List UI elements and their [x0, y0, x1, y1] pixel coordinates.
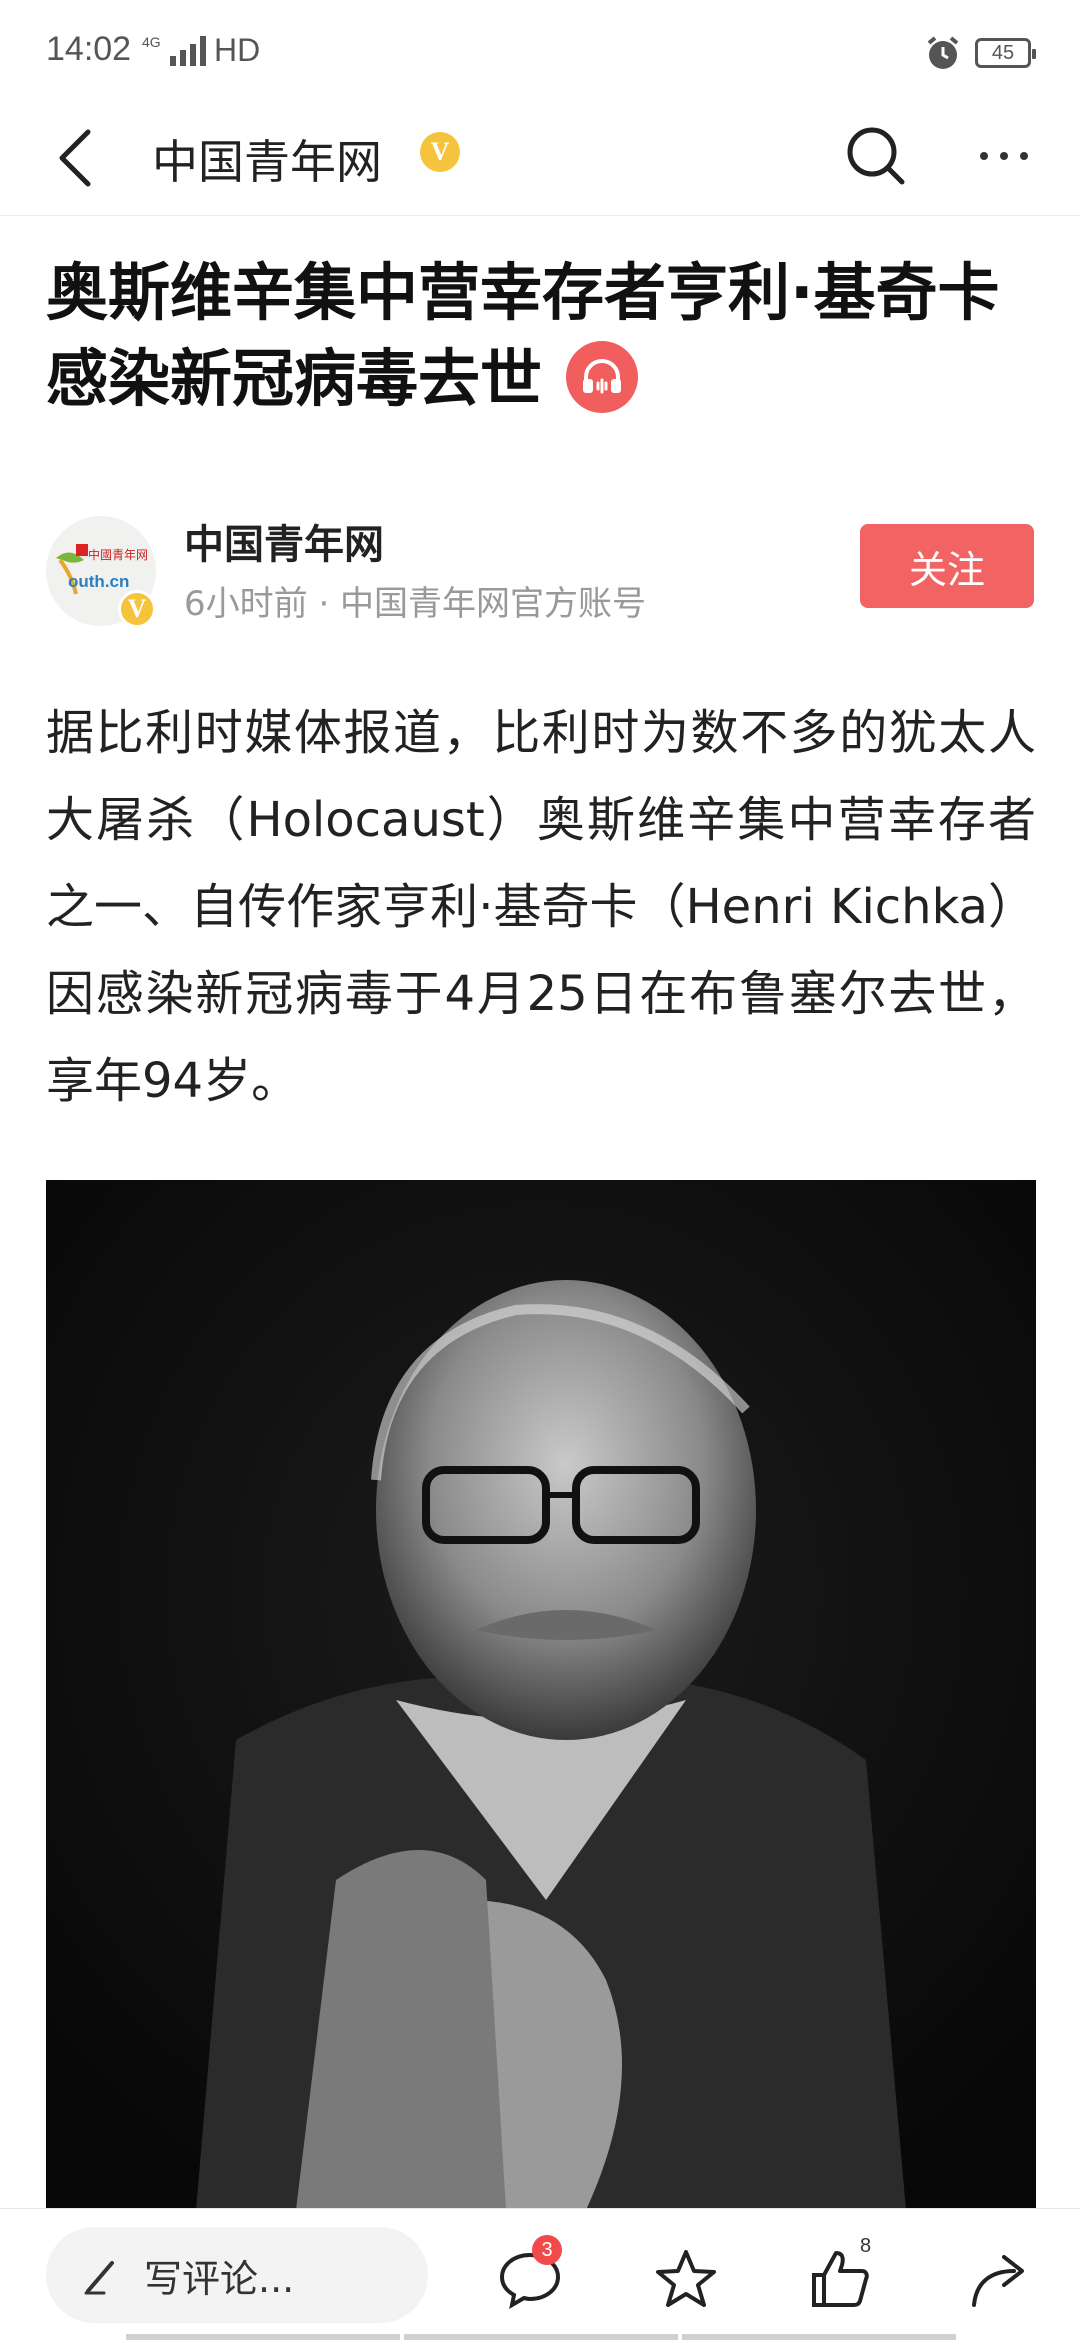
follow-button[interactable]: 关注 [860, 524, 1034, 608]
more-dot [1020, 152, 1028, 160]
pen-icon [84, 2261, 114, 2295]
back-arrow-icon [59, 129, 91, 187]
avatar-logo-text: 中國青年网 [88, 548, 149, 562]
share-button[interactable] [960, 2239, 1040, 2319]
favorite-button[interactable] [646, 2239, 726, 2319]
article-paragraph: 据比利时媒体报道，比利时为数不多的犹太人大屠杀（Holocaust）奥斯维辛集中… [46, 705, 1036, 1109]
headphones-icon [583, 358, 622, 394]
comment-count-badge: 3 [532, 2235, 562, 2265]
like-button[interactable]: 8 [800, 2235, 880, 2319]
alarm-icon [924, 34, 962, 76]
avatar-verified-icon: V [118, 590, 156, 628]
share-icon [972, 2255, 1024, 2307]
star-icon [656, 2250, 716, 2307]
search-icon [847, 127, 905, 185]
avatar-logo-mark: outh.cn [68, 572, 130, 591]
page-title: 中国青年网 [152, 135, 382, 189]
verified-badge-icon: V [420, 132, 460, 172]
more-dot [1000, 152, 1008, 160]
like-count: 8 [860, 2235, 872, 2257]
status-time: 14:02 [46, 30, 132, 68]
comment-input[interactable]: 写评论... [46, 2227, 428, 2323]
author-avatar[interactable]: 中國青年网 outh.cn V [46, 516, 156, 628]
network-type: 4G [142, 34, 161, 50]
more-button[interactable] [964, 116, 1044, 196]
more-dot [980, 152, 988, 160]
listen-audio-button[interactable] [566, 340, 639, 413]
top-nav-bar: 中国青年网 V [0, 100, 1080, 216]
home-indicator [126, 2334, 956, 2340]
search-button[interactable] [836, 116, 916, 196]
author-meta: 6小时前 · 中国青年网官方账号 [184, 584, 647, 624]
article-photo[interactable] [46, 1180, 1036, 2210]
back-button[interactable] [36, 118, 116, 198]
comments-button[interactable]: 3 [490, 2235, 570, 2319]
bottom-toolbar: 写评论... 3 8 [0, 2208, 1080, 2340]
battery-indicator: 45 [975, 38, 1036, 68]
article-headline: 奥斯维辛集中营幸存者亨利·基奇卡感染新冠病毒去世 [46, 250, 1046, 422]
comment-placeholder: 写评论... [144, 2256, 295, 2301]
author-name[interactable]: 中国青年网 [184, 512, 384, 570]
status-bar: 14:02 4G HD 45 [0, 0, 1080, 100]
signal-icon [170, 34, 206, 66]
hd-indicator: HD [214, 32, 261, 68]
headline-text: 奥斯维辛集中营幸存者亨利·基奇卡感染新冠病毒去世 [46, 256, 1000, 415]
